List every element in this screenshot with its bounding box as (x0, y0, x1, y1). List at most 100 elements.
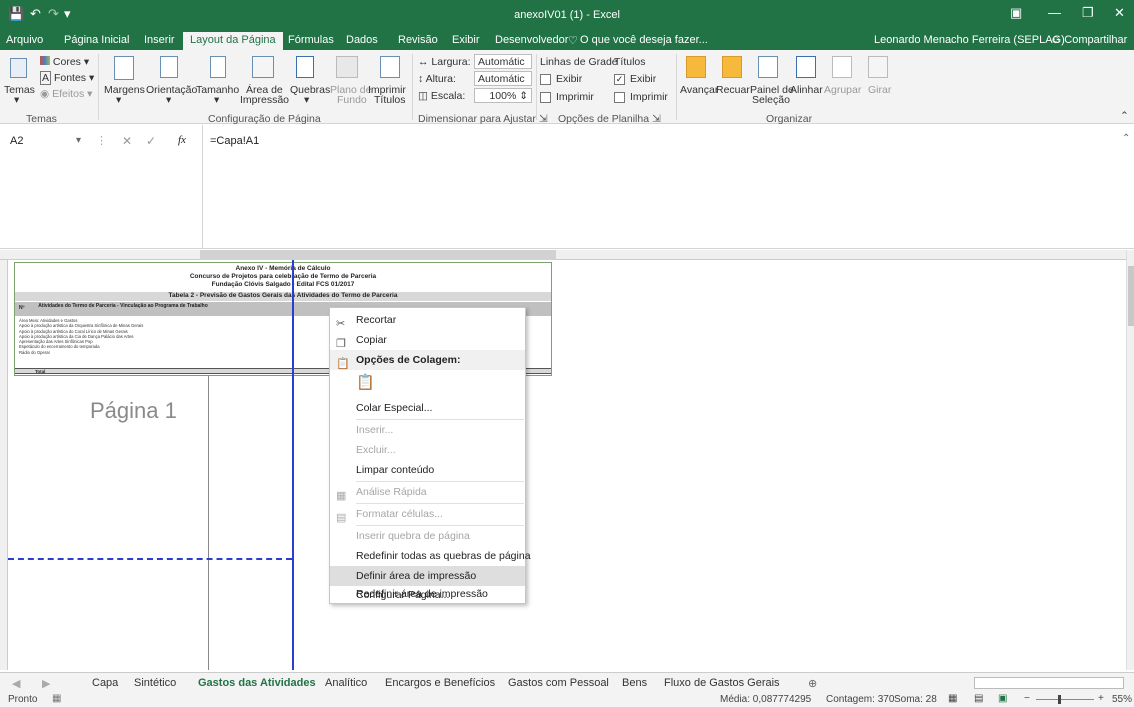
sheet-tab-encargos[interactable]: Encargos e Benefícios (385, 677, 495, 689)
cores-button[interactable]: Cores ▾ (40, 56, 89, 68)
sheet-tab-fluxo[interactable]: Fluxo de Gastos Gerais (664, 677, 780, 689)
girar-button[interactable]: Girar (868, 84, 891, 96)
vertical-scrollbar[interactable] (1126, 250, 1134, 670)
zoom-out-icon[interactable]: − (1024, 693, 1030, 704)
normal-view-icon[interactable]: ▦ (948, 693, 957, 704)
menu-item-formatar-celulas[interactable]: ▤ Formatar células... (330, 504, 525, 524)
avancar-button[interactable]: Avançar (680, 84, 718, 96)
menu-item-excluir[interactable]: Excluir... (330, 440, 525, 460)
status-ready: Pronto (8, 694, 38, 705)
menu-item-redefinir-quebras[interactable]: Redefinir todas as quebras de página (330, 546, 531, 566)
tab-exibir[interactable]: Exibir (452, 34, 480, 46)
temas-button[interactable]: Temas (4, 84, 35, 96)
dialog-launcher-icon[interactable]: ⇲ (652, 113, 661, 125)
tab-arquivo[interactable]: Arquivo (6, 34, 43, 46)
close-button[interactable]: ✕ (1114, 5, 1125, 21)
chevron-down-icon[interactable]: ▾ (76, 135, 81, 146)
zoom-slider-thumb[interactable] (1058, 695, 1061, 704)
minimize-button[interactable]: — (1048, 5, 1061, 20)
menu-item-colar-especial[interactable]: Colar Especial... (330, 398, 525, 418)
cancel-icon[interactable]: ✕ (122, 134, 132, 148)
page-break-dashed[interactable] (8, 558, 292, 560)
headings-view-checkbox[interactable]: ✓ (614, 74, 625, 85)
recuar-button[interactable]: Recuar (716, 84, 750, 96)
page-break-view-icon[interactable]: ▣ (998, 693, 1007, 704)
horizontal-scrollbar[interactable] (974, 677, 1124, 689)
zoom-slider[interactable] (1036, 699, 1094, 700)
fundo-label[interactable]: Fundo (337, 94, 367, 106)
sheet-tab-gastos-com-pessoal[interactable]: Gastos com Pessoal (508, 677, 609, 689)
headings-print-checkbox[interactable] (614, 92, 625, 103)
sheet-tab-sintetico[interactable]: Sintético (134, 677, 176, 689)
macro-record-icon[interactable]: ▦ (52, 693, 61, 704)
menu-item-limpar-conteudo[interactable]: Limpar conteúdo (330, 460, 525, 480)
sheet-tab-analitico[interactable]: Analítico (325, 677, 367, 689)
titulos-label[interactable]: Títulos (374, 94, 406, 106)
zoom-level[interactable]: 55% (1112, 694, 1132, 705)
menu-item-inserir-quebra[interactable]: Inserir quebra de página (330, 526, 525, 546)
status-soma[interactable]: Soma: 28 (894, 694, 937, 705)
menu-item-copiar[interactable]: ❐ Copiar (330, 330, 525, 350)
status-contagem[interactable]: Contagem: 370 (826, 694, 894, 705)
zoom-in-icon[interactable]: + (1098, 693, 1104, 704)
tab-formulas[interactable]: Fórmulas (288, 34, 334, 46)
status-media[interactable]: Média: 0,087774295 (720, 694, 811, 705)
col-header-n: Nº (19, 305, 25, 311)
menu-label: Colar Especial... (356, 402, 433, 414)
ribbon-display-options-icon[interactable]: ▣ (1010, 5, 1022, 21)
add-sheet-icon[interactable]: ⊕ (808, 677, 817, 690)
menu-item-definir-area[interactable]: Definir área de impressão (330, 566, 525, 586)
worksheet[interactable]: Anexo IV - Memória de Cálculo Concurso d… (8, 260, 1126, 670)
gridlines-view-checkbox[interactable] (540, 74, 551, 85)
selection-pane-icon (758, 56, 778, 78)
user-name[interactable]: Leonardo Menacho Ferreira (SEPLAG) (874, 34, 1065, 46)
fontes-button[interactable]: A Fontes ▾ (40, 71, 94, 85)
collapse-formula-icon[interactable]: ⌃ (1122, 133, 1130, 144)
formula-input[interactable]: =Capa!A1 (210, 135, 259, 147)
dialog-launcher-icon[interactable]: ⇲ (539, 113, 548, 125)
quebras-button[interactable]: Quebras (290, 84, 330, 96)
margens-button[interactable]: Margens (104, 84, 145, 96)
enter-icon[interactable]: ✓ (146, 134, 156, 148)
agrupar-button[interactable]: Agrupar (824, 84, 861, 96)
impressao-label[interactable]: Impressão (240, 94, 289, 106)
menu-item-analise-rapida[interactable]: ▦ Análise Rápida (330, 482, 525, 502)
sheet-tab-gastos-das-atividades[interactable]: Gastos das Atividades (198, 677, 316, 689)
paste-option[interactable]: 📋 (330, 370, 525, 394)
largura-value: Automátic (478, 56, 525, 68)
tab-inserir[interactable]: Inserir (144, 34, 175, 46)
tab-pagina-inicial[interactable]: Página Inicial (64, 34, 129, 46)
efeitos-button[interactable]: ◉ Efeitos ▾ (40, 88, 92, 100)
tell-me-input[interactable]: O que você deseja fazer... (580, 34, 708, 46)
selecao-label[interactable]: Seleção (752, 94, 790, 106)
tab-dados[interactable]: Dados (346, 34, 378, 46)
collapse-ribbon-icon[interactable]: ⌃ (1120, 110, 1129, 122)
sheet-tab-capa[interactable]: Capa (92, 677, 118, 689)
menu-item-inserir[interactable]: Inserir... (330, 420, 525, 440)
page-break-line[interactable] (292, 260, 294, 670)
orientacao-button[interactable]: Orientação (146, 84, 197, 96)
menu-item-recortar[interactable]: ✂ Recortar (330, 310, 525, 330)
person-icon: ☺ (1050, 34, 1065, 46)
scroll-left-icon[interactable]: ◀ (12, 677, 20, 690)
gridlines-print-checkbox[interactable] (540, 92, 551, 103)
scroll-right-icon[interactable]: ▶ (42, 677, 50, 690)
sheet-tab-bens[interactable]: Bens (622, 677, 647, 689)
tab-layout-da-pagina[interactable]: Layout da Página (183, 32, 283, 50)
page-layout-view-icon[interactable]: ▤ (974, 693, 983, 704)
name-box[interactable]: A2 (10, 135, 23, 147)
menu-item-configurar-pagina[interactable]: Configurar Página... (330, 585, 525, 605)
tab-revisao[interactable]: Revisão (398, 34, 438, 46)
group-icon (832, 56, 852, 78)
restore-button[interactable]: ❐ (1082, 5, 1094, 21)
tab-desenvolvedor[interactable]: Desenvolvedor (495, 34, 568, 46)
insert-function-icon[interactable]: fx (178, 134, 186, 146)
share-button[interactable]: ☺ Compartilhar (1050, 34, 1127, 46)
col-header-atividades: Atividades do Termo de Parceria - Vincul… (38, 303, 208, 309)
escala-stepper[interactable]: 100% ⇕ (474, 88, 532, 103)
divider (536, 54, 537, 120)
scroll-thumb[interactable] (1128, 266, 1134, 326)
alinhar-button[interactable]: Alinhar (790, 84, 823, 96)
largura-select[interactable]: Automátic ▾ (474, 54, 532, 80)
altura-select[interactable]: Automátic ▾ (474, 71, 532, 97)
